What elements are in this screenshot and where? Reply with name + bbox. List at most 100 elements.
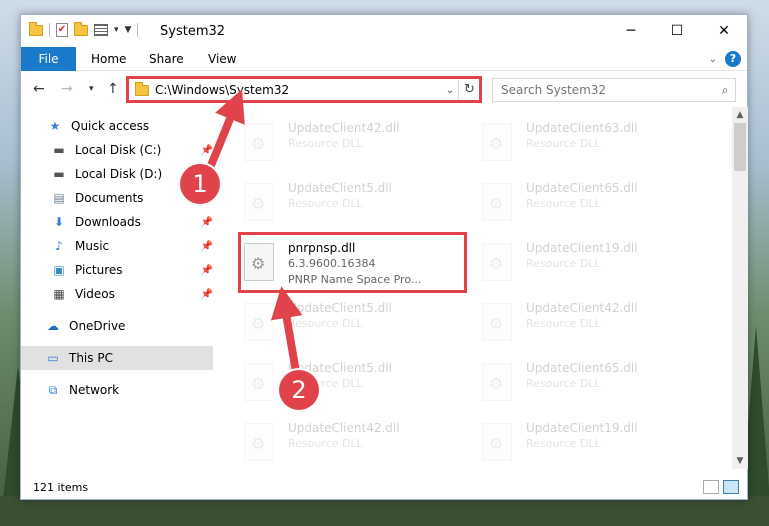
sidebar-item-label: Network bbox=[69, 383, 120, 397]
network-icon: ⧉ bbox=[48, 383, 58, 397]
minimize-button[interactable]: ─ bbox=[608, 15, 654, 47]
file-type: Resource DLL bbox=[526, 257, 601, 270]
pin-icon[interactable]: 📌 bbox=[201, 145, 213, 156]
dll-file-icon bbox=[244, 123, 274, 161]
file-type: Resource DLL bbox=[526, 437, 601, 450]
scrollbar-thumb[interactable] bbox=[734, 123, 746, 171]
sidebar-item-label: Local Disk (C:) bbox=[75, 143, 162, 157]
sidebar-item-onedrive[interactable]: ☁ OneDrive bbox=[21, 314, 217, 338]
file-type: Resource DLL bbox=[288, 137, 363, 150]
folder-icon[interactable] bbox=[29, 21, 43, 36]
cloud-icon: ☁ bbox=[47, 319, 59, 333]
recent-locations-icon[interactable]: ▾ bbox=[89, 84, 94, 94]
dll-file-icon bbox=[244, 363, 274, 401]
star-icon: ★ bbox=[49, 119, 61, 133]
customize-qat-icon[interactable]: ▼ bbox=[125, 25, 132, 35]
file-tile[interactable]: UpdateClient42.dll Resource DLL bbox=[236, 415, 466, 469]
tab-share[interactable]: Share bbox=[149, 47, 184, 71]
documents-icon: ▤ bbox=[53, 191, 65, 205]
file-tile[interactable]: UpdateClient63.dll Resource DLL bbox=[474, 115, 704, 173]
dll-file-icon bbox=[482, 423, 512, 461]
sidebar-item-videos[interactable]: ▦ Videos 📌 bbox=[21, 282, 217, 306]
sidebar-item-pictures[interactable]: ▣ Pictures 📌 bbox=[21, 258, 217, 282]
step-1-badge: 1 bbox=[180, 164, 220, 204]
pin-icon[interactable]: 📌 bbox=[201, 265, 213, 276]
pin-icon[interactable]: 📌 bbox=[201, 241, 213, 252]
scroll-down-icon[interactable]: ▼ bbox=[732, 453, 748, 469]
new-folder-icon[interactable] bbox=[74, 21, 88, 36]
properties-check-icon[interactable]: ✔ bbox=[56, 23, 68, 37]
file-name: UpdateClient42.dll bbox=[288, 121, 400, 135]
sidebar-item-downloads[interactable]: ⬇ Downloads 📌 bbox=[21, 210, 217, 234]
file-name: UpdateClient5.dll bbox=[288, 301, 392, 315]
file-tile[interactable]: UpdateClient65.dll Resource DLL bbox=[474, 355, 704, 413]
view-properties-icon[interactable] bbox=[94, 24, 108, 36]
file-tile[interactable]: UpdateClient5.dll Resource DLL bbox=[236, 295, 466, 353]
file-tile[interactable]: UpdateClient65.dll Resource DLL bbox=[474, 175, 704, 233]
file-type: Resource DLL bbox=[526, 197, 601, 210]
ribbon-tabs: File Home Share View ⌄ ? bbox=[21, 47, 747, 71]
file-tile[interactable]: UpdateClient19.dll Resource DLL bbox=[474, 415, 704, 469]
tab-view[interactable]: View bbox=[208, 47, 236, 71]
search-input[interactable] bbox=[501, 83, 715, 97]
file-name: UpdateClient42.dll bbox=[526, 301, 638, 315]
details-view-icon[interactable] bbox=[703, 480, 719, 494]
step-2-badge: 2 bbox=[279, 370, 319, 410]
file-tile[interactable]: UpdateClient42.dll Resource DLL bbox=[474, 295, 704, 353]
file-name: UpdateClient19.dll bbox=[526, 421, 638, 435]
vertical-scrollbar[interactable]: ▲ ▼ bbox=[732, 107, 748, 469]
sidebar-item-local-disk-c[interactable]: ▬ Local Disk (C:) 📌 bbox=[21, 138, 217, 162]
dll-file-icon bbox=[244, 303, 274, 341]
file-name: UpdateClient19.dll bbox=[526, 241, 638, 255]
ribbon-right-controls: ⌄ ? bbox=[709, 51, 741, 67]
file-tile[interactable]: UpdateClient42.dll Resource DLL bbox=[236, 115, 466, 173]
expand-ribbon-icon[interactable]: ⌄ bbox=[709, 54, 717, 65]
file-type: Resource DLL bbox=[526, 137, 601, 150]
address-highlight-box bbox=[126, 76, 482, 103]
sidebar-item-quick-access[interactable]: ★ Quick access bbox=[21, 114, 217, 138]
title-bar: ✔ ▾ ▼ System32 ─ ☐ ✕ bbox=[21, 15, 747, 47]
pictures-icon: ▣ bbox=[53, 263, 65, 277]
search-box[interactable]: ⌕ bbox=[492, 78, 736, 102]
file-name: UpdateClient42.dll bbox=[288, 421, 400, 435]
sidebar-item-this-pc[interactable]: ▭ This PC bbox=[21, 346, 213, 370]
file-tile[interactable]: UpdateClient5.dll Resource DLL bbox=[236, 175, 466, 233]
large-icons-view-icon[interactable] bbox=[723, 480, 739, 494]
file-tile[interactable]: UpdateClient5.dll Resource DLL bbox=[236, 355, 466, 413]
sidebar-item-network[interactable]: ⧉ Network bbox=[21, 378, 217, 402]
dll-file-icon bbox=[482, 123, 512, 161]
pin-icon[interactable]: 📌 bbox=[201, 289, 213, 300]
file-name: UpdateClient63.dll bbox=[526, 121, 638, 135]
sidebar-item-label: OneDrive bbox=[69, 319, 126, 333]
dll-file-icon bbox=[244, 183, 274, 221]
maximize-button[interactable]: ☐ bbox=[654, 15, 700, 47]
videos-icon: ▦ bbox=[53, 287, 65, 301]
sidebar-item-label: Videos bbox=[75, 287, 115, 301]
view-switcher bbox=[703, 480, 739, 494]
navigation-pane: ★ Quick access ▬ Local Disk (C:) 📌 ▬ Loc… bbox=[21, 107, 217, 469]
file-highlight-box bbox=[238, 232, 467, 293]
file-type: Resource DLL bbox=[526, 377, 601, 390]
sidebar-item-music[interactable]: ♪ Music 📌 bbox=[21, 234, 217, 258]
close-button[interactable]: ✕ bbox=[701, 15, 747, 47]
qat-dropdown-icon[interactable]: ▾ bbox=[114, 25, 119, 35]
dll-file-icon bbox=[482, 183, 512, 221]
file-tile[interactable]: UpdateClient19.dll Resource DLL bbox=[474, 235, 704, 293]
tab-file[interactable]: File bbox=[21, 47, 76, 71]
drive-icon: ▬ bbox=[53, 143, 65, 157]
sidebar-item-label: Quick access bbox=[71, 119, 150, 133]
sidebar-item-label: Music bbox=[75, 239, 110, 253]
scroll-up-icon[interactable]: ▲ bbox=[732, 107, 748, 123]
help-icon[interactable]: ? bbox=[725, 51, 741, 67]
up-arrow-icon[interactable]: ↑ bbox=[107, 81, 119, 97]
item-count: 121 items bbox=[33, 481, 89, 494]
forward-arrow-icon[interactable]: → bbox=[61, 81, 73, 97]
sidebar-item-label: Documents bbox=[75, 191, 144, 205]
back-arrow-icon[interactable]: ← bbox=[33, 81, 45, 97]
tab-home[interactable]: Home bbox=[91, 47, 126, 71]
pin-icon[interactable]: 📌 bbox=[201, 217, 213, 228]
search-icon[interactable]: ⌕ bbox=[715, 83, 735, 98]
window-title: System32 bbox=[160, 24, 226, 39]
separator bbox=[49, 23, 50, 37]
file-name: UpdateClient65.dll bbox=[526, 361, 638, 375]
